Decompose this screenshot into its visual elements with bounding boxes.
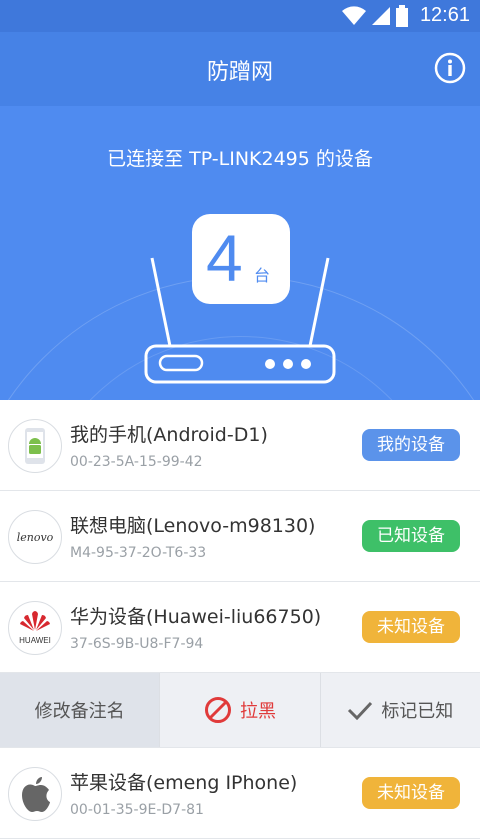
apple-logo xyxy=(22,777,50,812)
device-list: 我的手机(Android-D1) 00-23-5A-15-99-42 我的设备 … xyxy=(0,400,480,839)
device-mac: 00-23-5A-15-99-42 xyxy=(70,454,203,470)
device-avatar: lenovo xyxy=(8,510,62,564)
svg-text:HUAWEI: HUAWEI xyxy=(19,636,51,645)
status-bar: 12:61 xyxy=(0,0,480,32)
block-button[interactable]: 拉黑 xyxy=(160,673,321,747)
device-avatar xyxy=(8,419,62,473)
device-name: 我的手机(Android-D1) xyxy=(70,424,268,446)
device-row[interactable]: 我的手机(Android-D1) 00-23-5A-15-99-42 我的设备 xyxy=(0,400,480,491)
signal-icon xyxy=(371,6,390,25)
device-name: 华为设备(Huawei-liu66750) xyxy=(70,606,322,628)
device-avatar: HUAWEI xyxy=(8,601,62,655)
device-avatar xyxy=(8,767,62,821)
device-status-badge[interactable]: 未知设备 xyxy=(362,611,460,643)
device-status-badge[interactable]: 我的设备 xyxy=(362,429,460,461)
svg-text:lenovo: lenovo xyxy=(17,531,54,544)
edit-remark-button[interactable]: 修改备注名 xyxy=(0,673,161,747)
device-status-badge[interactable]: 已知设备 xyxy=(362,520,460,552)
battery-icon xyxy=(395,4,408,27)
huawei-logo: HUAWEI xyxy=(19,611,51,645)
device-name: 苹果设备(emeng IPhone) xyxy=(70,772,298,794)
device-row[interactable]: 苹果设备(emeng IPhone) 00-01-35-9E-D7-81 未知设… xyxy=(0,748,480,839)
edit-remark-label: 修改备注名 xyxy=(34,701,125,722)
device-mac: 37-6S-9B-U8-F7-94 xyxy=(70,636,204,652)
device-mac: M4-95-37-2O-T6-33 xyxy=(70,545,207,561)
info-icon[interactable] xyxy=(434,52,466,84)
android-icon xyxy=(25,428,45,464)
page-title: 防蹭网 xyxy=(206,60,273,85)
connection-summary: 已连接至 TP-LINK2495 的设备 4 台 xyxy=(0,106,480,400)
lenovo-logo: lenovo xyxy=(17,531,54,544)
device-row[interactable]: HUAWEI 华为设备(Huawei-liu66750) 37-6S-9B-U8… xyxy=(0,582,480,673)
device-name: 联想电脑(Lenovo-m98130) xyxy=(70,515,316,537)
device-count: 4 xyxy=(206,221,243,295)
status-time: 12:61 xyxy=(419,4,470,26)
app-bar: 防蹭网 xyxy=(0,32,480,106)
device-action-bar: 修改备注名 拉黑 标记已知 xyxy=(0,673,480,748)
device-count-unit: 台 xyxy=(254,266,271,285)
device-mac: 00-01-35-9E-D7-81 xyxy=(70,802,204,818)
device-status-badge[interactable]: 未知设备 xyxy=(362,777,460,809)
connected-network-text: 已连接至 TP-LINK2495 的设备 xyxy=(107,148,373,170)
wifi-icon xyxy=(341,5,366,25)
mark-known-button[interactable]: 标记已知 xyxy=(321,673,480,747)
device-count-box: 4 台 xyxy=(192,214,290,304)
device-row[interactable]: lenovo 联想电脑(Lenovo-m98130) M4-95-37-2O-T… xyxy=(0,491,480,582)
block-icon xyxy=(204,697,231,723)
block-label: 拉黑 xyxy=(239,701,276,722)
checkmark-icon xyxy=(348,701,373,720)
mark-known-label: 标记已知 xyxy=(381,701,454,722)
